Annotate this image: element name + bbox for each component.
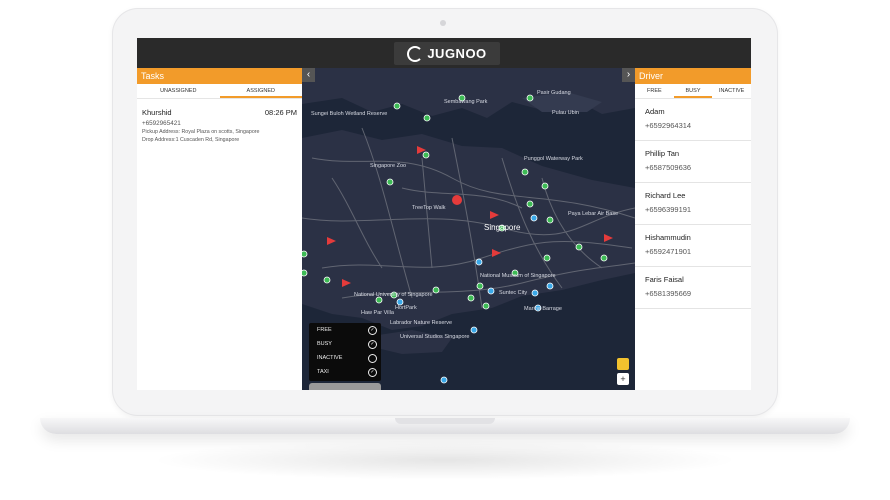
- task-customer-name: Khurshid: [142, 108, 172, 117]
- driver-phone: +6592471901: [645, 247, 692, 256]
- tasks-tabs: UNASSIGNED ASSIGNED: [137, 84, 302, 99]
- legend-label-inactive: INACTIVE: [317, 355, 343, 361]
- logo-icon: [407, 45, 424, 62]
- map-label-punggol: Punggol Waterway Park: [524, 156, 583, 162]
- map-legend: FREE ✓ BUSY ✓ INACTIVE TAXI ✓: [309, 323, 381, 381]
- map-nav-prev-button[interactable]: ‹: [302, 68, 315, 82]
- laptop-mockup: JUGNOO Tasks UNASSIGNED ASSIGNED Khurshi…: [0, 0, 890, 500]
- tab-inactive[interactable]: INACTIVE: [712, 84, 751, 98]
- map-label-sembawang-park: Sembawang Park: [444, 99, 488, 105]
- driver-phone: +6587509636: [645, 163, 692, 172]
- map-label-suntec: Suntec City: [499, 290, 528, 296]
- tab-assigned[interactable]: ASSIGNED: [219, 84, 302, 98]
- laptop-shadow: [150, 440, 740, 480]
- driver-name: Faris Faisal: [645, 275, 684, 284]
- unchecked-circle-icon[interactable]: [368, 353, 377, 363]
- driver-phone: +6596399191: [645, 205, 692, 214]
- task-item[interactable]: Khurshid 08:26 PM +6592965421 Pickup Add…: [137, 99, 302, 152]
- map-label-singapore-zoo: Singapore Zoo: [370, 163, 407, 169]
- driver-panel: Driver FREE BUSY INACTIVE Adam +65929643…: [635, 68, 751, 390]
- driver-phone: +6581395669: [645, 289, 692, 298]
- map-label-sungei-buloh: Sungei Buloh Wetland Reserve: [311, 111, 388, 117]
- driver-item[interactable]: Phillip Tan +6587509636: [635, 141, 751, 183]
- check-icon[interactable]: ✓: [368, 325, 377, 335]
- map-label-nus: National University of Singapore: [354, 292, 433, 298]
- driver-title: Driver: [635, 68, 751, 84]
- screen: JUGNOO Tasks UNASSIGNED ASSIGNED Khurshi…: [137, 38, 751, 390]
- map-label-haw-par-villa: Haw Par Villa: [361, 310, 394, 316]
- tab-busy[interactable]: BUSY: [673, 84, 713, 98]
- task-pickup-address: Pickup Address: Royal Plaza on scotts, S…: [142, 129, 260, 135]
- legend-row-taxi[interactable]: TAXI ✓: [309, 365, 381, 379]
- legend-row-inactive[interactable]: INACTIVE: [309, 351, 381, 365]
- legend-row-busy[interactable]: BUSY ✓: [309, 337, 381, 351]
- driver-item[interactable]: Richard Lee +6596399191: [635, 183, 751, 225]
- driver-name: Phillip Tan: [645, 149, 680, 158]
- tasks-panel: Tasks UNASSIGNED ASSIGNED Khurshid 08:26…: [137, 68, 302, 390]
- check-icon[interactable]: ✓: [368, 367, 377, 377]
- map-label-pulau-ubin: Pulau Ubin: [552, 110, 579, 116]
- driver-item[interactable]: Adam +6592964314: [635, 99, 751, 141]
- driver-tabs: FREE BUSY INACTIVE: [635, 84, 751, 99]
- app-logo[interactable]: JUGNOO: [394, 42, 500, 65]
- task-phone: +6592965421: [142, 120, 181, 127]
- legend-label-taxi: TAXI: [317, 369, 329, 375]
- legend-toggle-button[interactable]: [309, 383, 381, 390]
- street-view-icon[interactable]: [617, 358, 629, 370]
- tab-unassigned[interactable]: UNASSIGNED: [137, 84, 220, 98]
- driver-name: Hishammudin: [645, 233, 691, 242]
- tab-free[interactable]: FREE: [635, 84, 674, 98]
- tasks-title: Tasks: [137, 68, 302, 84]
- map-nav-next-button[interactable]: ›: [622, 68, 635, 82]
- driver-item[interactable]: Hishammudin +6592471901: [635, 225, 751, 267]
- map-label-national-museum: National Museum of Singapore: [480, 273, 556, 279]
- laptop-notch: [395, 418, 495, 424]
- map-label-hortpark: HortPark: [395, 305, 417, 311]
- zoom-in-button[interactable]: +: [617, 373, 629, 385]
- legend-label-busy: BUSY: [317, 341, 332, 347]
- map-label-treetop-walk: TreeTop Walk: [412, 205, 446, 211]
- map-label-marina-barrage: Marina Barrage: [524, 306, 562, 312]
- camera-icon: [440, 20, 446, 26]
- logo-text: JUGNOO: [427, 46, 487, 61]
- driver-name: Richard Lee: [645, 191, 686, 200]
- legend-row-free[interactable]: FREE ✓: [309, 323, 381, 337]
- map-label-labrador: Labrador Nature Reserve: [390, 320, 453, 326]
- task-time: 08:26 PM: [264, 108, 297, 117]
- driver-phone: +6592964314: [645, 121, 692, 130]
- map-label-universal-studios: Universal Studios Singapore: [400, 334, 470, 340]
- map-label-singapore: Singapore: [484, 223, 521, 232]
- map-label-pasir-gudang: Pasir Gudang: [537, 90, 571, 96]
- legend-label-free: FREE: [317, 327, 332, 333]
- driver-name: Adam: [645, 107, 665, 116]
- map-view[interactable]: Singapore Pulau Ubin Pasir Gudang Sembaw…: [302, 68, 635, 390]
- driver-item[interactable]: Faris Faisal +6581395669: [635, 267, 751, 309]
- check-icon[interactable]: ✓: [368, 339, 377, 349]
- map-label-paya-lebar: Paya Lebar Air Base: [568, 211, 619, 217]
- top-bar: JUGNOO: [137, 38, 751, 68]
- task-drop-address: Drop Address:1 Cuscaden Rd, Singapore: [142, 137, 240, 143]
